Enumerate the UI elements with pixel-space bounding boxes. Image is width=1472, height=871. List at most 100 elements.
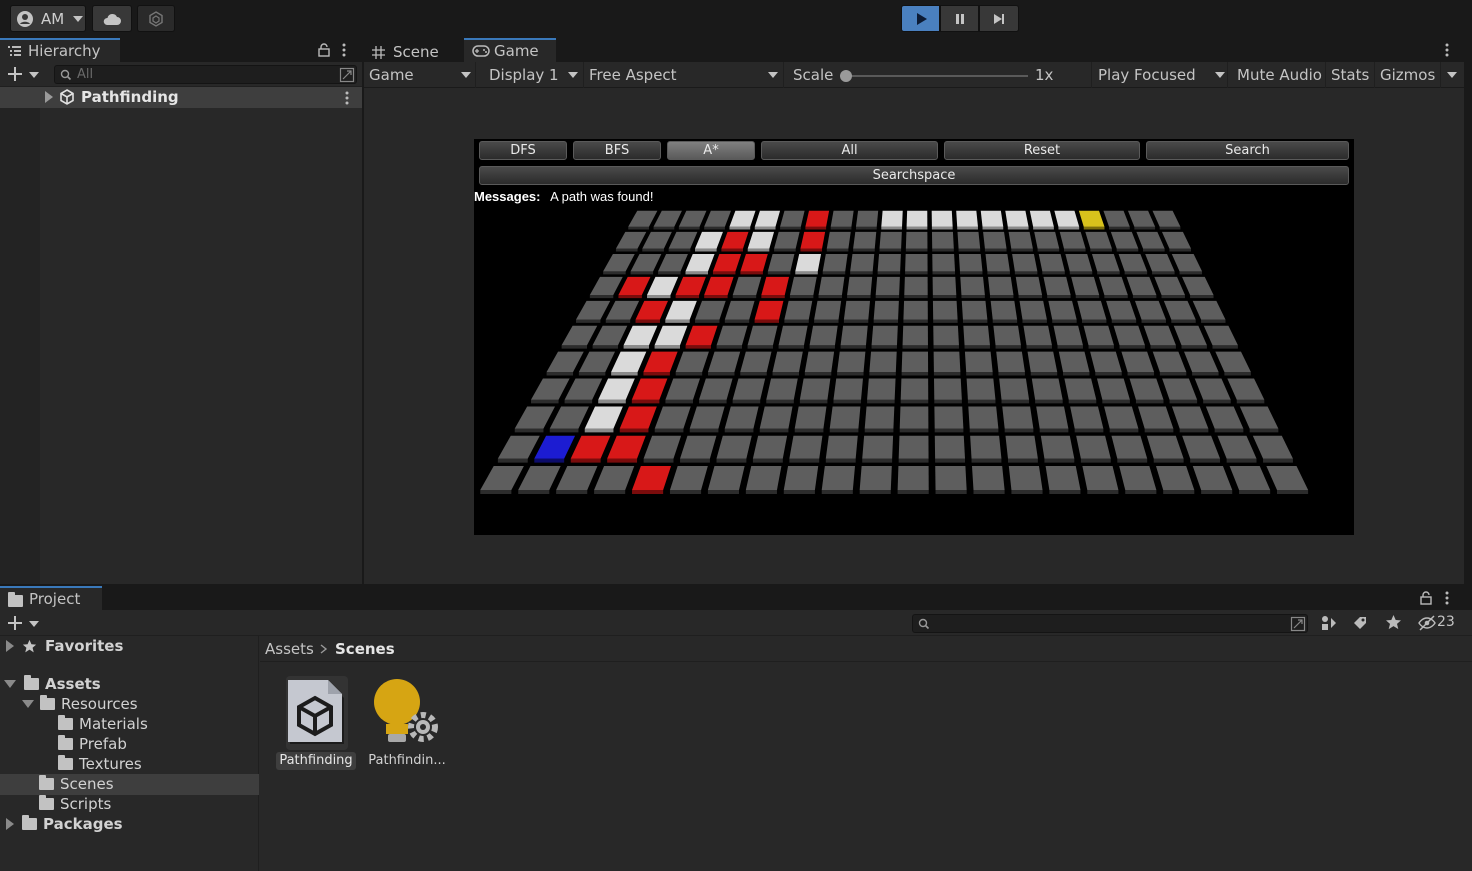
grid-cell[interactable] [881, 210, 903, 227]
grid-cell[interactable] [1217, 435, 1257, 459]
view-mode-dropdown[interactable]: Game [364, 62, 476, 88]
grid-cell[interactable] [935, 466, 967, 490]
grid-cell[interactable] [556, 466, 598, 490]
grid-cell[interactable] [1184, 351, 1219, 372]
grid-cell[interactable] [549, 406, 589, 429]
grid-cell[interactable] [778, 325, 808, 346]
grid-cell[interactable] [1203, 325, 1238, 346]
grid-cell[interactable] [1091, 253, 1120, 272]
collapse-arrow-icon[interactable] [4, 680, 16, 688]
grid-cell[interactable] [745, 466, 782, 490]
grid-cell[interactable] [772, 351, 803, 372]
grid-cell[interactable] [821, 466, 856, 490]
grid-cell[interactable] [1266, 466, 1309, 490]
grid-cell[interactable] [530, 378, 570, 400]
tree-item-scenes[interactable]: Scenes [39, 774, 114, 794]
grid-cell[interactable] [993, 325, 1021, 346]
grid-cell[interactable] [961, 300, 988, 320]
grid-cell[interactable] [958, 253, 983, 272]
grid-cell[interactable] [1043, 276, 1071, 296]
grid-cell[interactable] [740, 253, 768, 272]
grid-cell[interactable] [1182, 435, 1221, 459]
tab-game[interactable]: Game [464, 38, 556, 62]
grid-cell[interactable] [1005, 435, 1038, 459]
grid-cell[interactable] [903, 300, 928, 320]
tree-item-scripts[interactable]: Scripts [39, 794, 111, 814]
scale-slider-handle[interactable] [840, 70, 852, 82]
grid-cell[interactable] [1121, 351, 1155, 372]
grid-cell[interactable] [833, 378, 863, 400]
grid-cell[interactable] [766, 378, 798, 400]
grid-cell[interactable] [853, 231, 877, 249]
grid-cell[interactable] [789, 276, 817, 296]
grid-cell[interactable] [643, 351, 678, 372]
grid-cell[interactable] [956, 210, 978, 227]
cloud-button[interactable] [92, 5, 132, 32]
grid-cell[interactable] [999, 378, 1030, 400]
grid-cell[interactable] [665, 378, 701, 400]
grid-cell[interactable] [689, 406, 725, 429]
grid-cell[interactable] [902, 325, 928, 346]
grid-cell[interactable] [970, 435, 1002, 459]
collab-button[interactable] [137, 5, 175, 32]
grid-cell[interactable] [1171, 406, 1209, 429]
grid-cell[interactable] [665, 300, 697, 320]
grid-cell[interactable] [1143, 325, 1176, 346]
grid-cell[interactable] [1077, 300, 1107, 320]
grid-cell[interactable] [1171, 253, 1203, 272]
grid-cell[interactable] [934, 378, 962, 400]
grid-cell[interactable] [980, 210, 1004, 227]
grid-cell[interactable] [1111, 435, 1148, 459]
kebab-menu-icon[interactable] [1444, 43, 1450, 57]
grid-cell[interactable] [905, 253, 928, 272]
grid-cell[interactable] [1145, 253, 1175, 272]
step-button[interactable] [979, 5, 1019, 32]
kebab-menu-icon[interactable] [344, 91, 350, 105]
grid-cell[interactable] [1070, 406, 1104, 429]
grid-cell[interactable] [1002, 406, 1034, 429]
grid-cell[interactable] [1163, 300, 1196, 320]
grid-cell[interactable] [754, 210, 781, 227]
game-viewport[interactable]: DFS BFS A* All Reset Search Searchspace … [474, 139, 1354, 535]
grid-cell[interactable] [759, 406, 793, 429]
tree-item-assets[interactable]: Assets [4, 674, 101, 694]
tree-item-packages[interactable]: Packages [6, 814, 123, 834]
grid-cell[interactable] [783, 466, 819, 490]
scale-slider-track[interactable] [846, 75, 1028, 77]
expand-arrow-icon[interactable] [6, 640, 14, 652]
kebab-menu-icon[interactable] [1444, 591, 1450, 605]
grid-cell[interactable] [931, 210, 953, 227]
grid-cell[interactable] [767, 253, 795, 272]
grid-cell[interactable] [990, 300, 1018, 320]
grid-cell[interactable] [1096, 378, 1130, 400]
grid-cell[interactable] [789, 435, 823, 459]
grid-cell[interactable] [843, 300, 871, 320]
favorite-star-icon[interactable] [1385, 614, 1402, 631]
grid-cell[interactable] [695, 231, 723, 249]
grid-cell[interactable] [1078, 210, 1105, 227]
grid-cell[interactable] [658, 253, 688, 272]
grid-cell[interactable] [859, 466, 892, 490]
grid-cell[interactable] [905, 231, 928, 249]
hierarchy-row-pathfinding[interactable]: Pathfinding [0, 87, 362, 108]
grid-cell[interactable] [957, 231, 981, 249]
hierarchy-search-input[interactable]: All [54, 65, 357, 84]
grid-cell[interactable] [963, 325, 990, 346]
grid-cell[interactable] [534, 435, 576, 459]
expand-arrow-icon[interactable] [6, 818, 14, 830]
tree-item-materials[interactable]: Materials [58, 714, 148, 734]
grid-cell[interactable] [1085, 231, 1112, 249]
stats-toggle[interactable]: Stats [1326, 62, 1375, 88]
grid-cell[interactable] [1019, 300, 1047, 320]
dfs-button[interactable]: DFS [479, 141, 567, 160]
grid-cell[interactable] [589, 276, 623, 296]
reset-button[interactable]: Reset [944, 141, 1140, 160]
grid-cell[interactable] [1090, 351, 1122, 372]
grid-cell[interactable] [611, 351, 647, 372]
play-button[interactable] [901, 5, 940, 32]
grid-cell[interactable] [1154, 276, 1185, 296]
grid-cell[interactable] [603, 253, 635, 272]
grid-cell[interactable] [900, 378, 929, 400]
grid-cell[interactable] [960, 276, 985, 296]
astar-button[interactable]: A* [667, 141, 755, 160]
